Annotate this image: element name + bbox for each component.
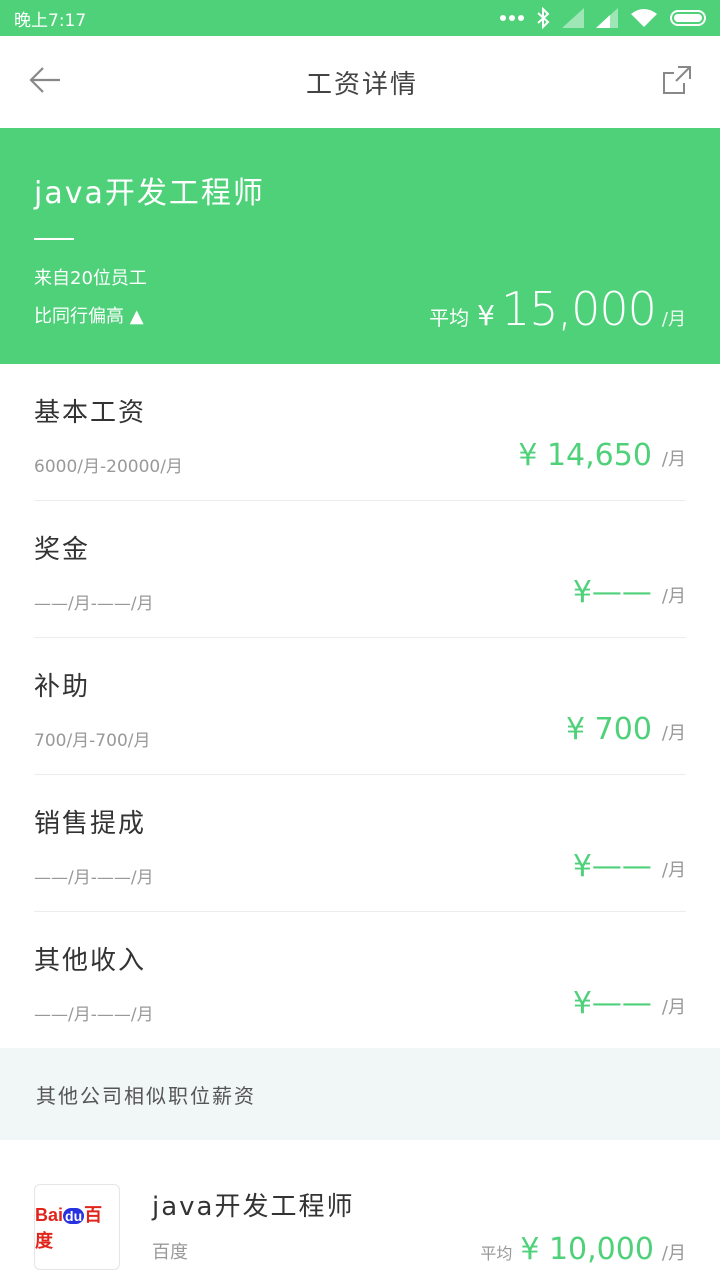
back-arrow-icon[interactable]	[28, 65, 62, 99]
item-amount-unit: /月	[661, 997, 686, 1018]
salary-item-bonus: 奖金 ——/月-——/月 ¥—— /月	[34, 501, 686, 638]
average-salary: 平均 ¥ 15,000 /月	[429, 282, 686, 336]
average-value: 15,000	[500, 282, 657, 336]
bluetooth-icon	[536, 7, 550, 29]
item-name: 基本工资	[34, 398, 147, 428]
status-time: 晚上7:17	[14, 10, 87, 31]
item-name: 补助	[34, 672, 91, 702]
battery-icon	[670, 10, 706, 26]
company-average-unit: /月	[661, 1243, 686, 1264]
item-amount-unit: /月	[661, 860, 686, 881]
item-amount-unit: /月	[661, 449, 686, 470]
hero-divider	[34, 238, 74, 240]
item-amount-value: ¥——	[572, 986, 652, 1021]
job-title: java开发工程师	[34, 176, 265, 211]
salary-breakdown-list: 基本工资 6000/月-20000/月 ¥ 14,650 /月 奖金 ——/月-…	[0, 364, 720, 1049]
salary-summary-card: java开发工程师 来自20位员工 比同行偏高 ▲ 平均 ¥ 15,000 /月	[0, 128, 720, 364]
company-list-item[interactable]: Bai du 百度 java开发工程师 百度 平均 ¥ 10,000 /月	[0, 1140, 720, 1280]
salary-item-subsidy: 补助 700/月-700/月 ¥ 700 /月	[34, 638, 686, 775]
company-logo: Bai du 百度	[34, 1184, 120, 1270]
item-range: ——/月-——/月	[34, 1005, 154, 1025]
item-amount: ¥—— /月	[573, 849, 686, 884]
average-unit: /月	[661, 309, 686, 330]
company-name: 百度	[152, 1242, 188, 1263]
section-header: 其他公司相似职位薪资	[0, 1048, 720, 1140]
item-amount: ¥—— /月	[573, 575, 686, 610]
item-range: 700/月-700/月	[34, 731, 151, 751]
company-average: 平均 ¥ 10,000 /月	[480, 1232, 686, 1267]
status-bar: 晚上7:17	[0, 0, 720, 36]
signal-weak-icon	[562, 8, 584, 28]
item-amount-value: ¥ 700	[566, 712, 652, 747]
salary-item-basic: 基本工资 6000/月-20000/月 ¥ 14,650 /月	[34, 364, 686, 501]
share-icon[interactable]	[662, 65, 692, 99]
company-logo-text: Bai du 百度	[35, 1205, 103, 1251]
item-range: 6000/月-20000/月	[34, 457, 183, 477]
salary-item-commission: 销售提成 ——/月-——/月 ¥—— /月	[34, 775, 686, 912]
item-name: 销售提成	[34, 809, 147, 839]
company-job-title: java开发工程师	[152, 1192, 355, 1222]
nav-bar: 工资详情	[0, 36, 720, 128]
item-range: ——/月-——/月	[34, 868, 154, 888]
salary-item-other: 其他收入 ——/月-——/月 ¥—— /月	[34, 912, 686, 1049]
item-name: 奖金	[34, 535, 91, 565]
status-icons	[500, 7, 706, 29]
item-amount: ¥ 14,650 /月	[518, 438, 686, 473]
wifi-icon	[630, 8, 658, 28]
item-name: 其他收入	[34, 946, 147, 976]
item-range: ——/月-——/月	[34, 594, 154, 614]
item-amount-value: ¥——	[572, 575, 652, 610]
average-label: 平均	[429, 306, 470, 330]
company-average-label: 平均	[480, 1244, 513, 1263]
page-title: 工资详情	[305, 69, 418, 100]
item-amount: ¥—— /月	[573, 986, 686, 1021]
item-amount-unit: /月	[661, 723, 686, 744]
company-average-value: ¥ 10,000	[520, 1232, 654, 1267]
signal-icon	[596, 8, 618, 28]
more-dots-icon	[500, 15, 524, 21]
item-amount-value: ¥ 14,650	[518, 438, 652, 473]
currency-symbol: ¥	[477, 299, 495, 332]
item-amount-value: ¥——	[572, 849, 652, 884]
item-amount: ¥ 700 /月	[566, 712, 686, 747]
item-amount-unit: /月	[661, 586, 686, 607]
